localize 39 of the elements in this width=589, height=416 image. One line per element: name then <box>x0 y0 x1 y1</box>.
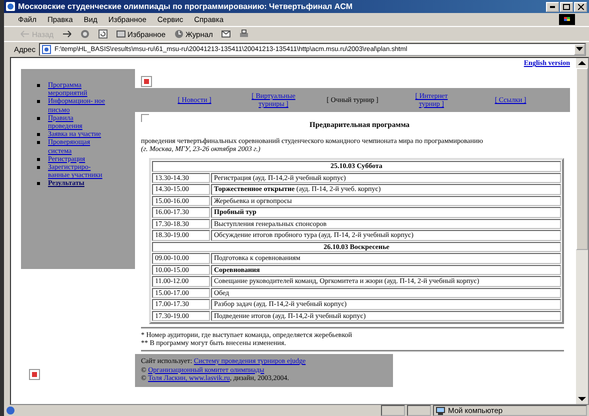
ie-page-icon <box>6 406 15 415</box>
status-pane <box>407 405 431 416</box>
bullet-icon <box>37 116 40 120</box>
mail-icon <box>220 29 231 39</box>
close-button[interactable] <box>574 2 587 12</box>
printer-icon <box>238 29 249 39</box>
scrollbar[interactable] <box>576 58 588 404</box>
bullet-icon <box>37 182 40 186</box>
windows-logo-icon <box>559 14 575 25</box>
bullet-icon <box>37 158 40 161</box>
close-icon <box>578 4 584 10</box>
caret-icon <box>576 47 583 52</box>
minimize-icon <box>550 6 555 8</box>
bullet-icon <box>37 133 40 136</box>
back-arrow-icon <box>20 29 30 39</box>
bullet-icon <box>37 166 40 170</box>
bullet-icon <box>37 84 40 87</box>
status-pane <box>381 405 405 416</box>
broken-image-icon <box>29 369 40 380</box>
maximize-icon <box>563 4 570 10</box>
scroll-thumb[interactable] <box>576 68 588 250</box>
browser-icon <box>6 2 15 11</box>
minimize-button[interactable] <box>546 2 559 12</box>
history-icon <box>174 29 184 39</box>
favorites-icon <box>116 29 126 39</box>
bullet-icon <box>37 141 40 144</box>
image-placeholder-icon <box>141 114 149 122</box>
toolbar-button[interactable] <box>218 28 233 40</box>
forward-arrow-icon <box>62 29 72 39</box>
toolbar-button[interactable] <box>96 28 110 40</box>
stop-icon <box>80 29 90 39</box>
bullet-icon <box>37 100 40 104</box>
scroll-down-icon[interactable] <box>578 396 586 402</box>
scroll-up-icon[interactable] <box>578 60 586 66</box>
dropdown-button[interactable] <box>574 44 585 55</box>
page-icon <box>42 45 52 54</box>
refresh-icon <box>98 29 108 39</box>
window-title: Московские студенческие олимпиады по программированию: Четвертьфинал ACM <box>18 2 354 11</box>
maximize-button[interactable] <box>560 2 573 12</box>
